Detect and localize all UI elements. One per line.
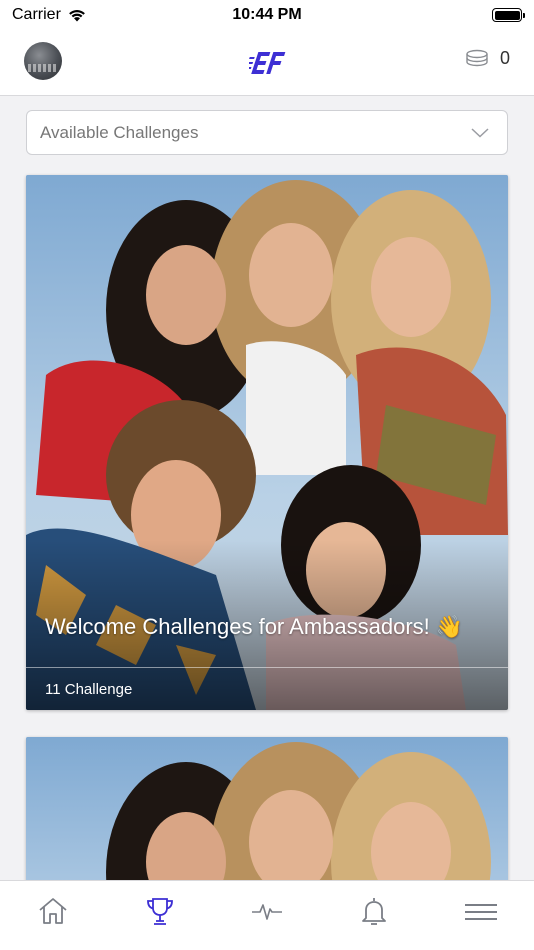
card-challenge-count: 11 Challenge — [45, 681, 133, 698]
hamburger-icon — [464, 904, 497, 920]
card-title: Welcome Challenges for Ambassadors! 👋 — [45, 614, 464, 639]
tab-challenges[interactable] — [107, 881, 214, 950]
carrier-label: Carrier — [12, 6, 61, 23]
tab-menu[interactable] — [427, 881, 534, 950]
tab-notifications[interactable] — [320, 881, 427, 950]
battery-icon — [492, 8, 525, 22]
home-icon — [39, 898, 67, 924]
challenge-filter-dropdown[interactable]: Available Challenges — [26, 110, 508, 155]
trophy-icon — [147, 898, 174, 925]
avatar[interactable] — [24, 42, 62, 80]
coin-balance[interactable]: 0 — [464, 48, 510, 69]
dropdown-selected-value: Available Challenges — [40, 122, 199, 142]
wifi-icon — [68, 10, 85, 22]
coins-icon — [466, 49, 488, 66]
tab-home[interactable] — [0, 881, 107, 950]
chevron-down-icon — [471, 127, 489, 138]
challenge-card[interactable]: Welcome Challenges for Ambassadors! 👋 11… — [26, 175, 508, 710]
card-photo — [26, 737, 508, 887]
ef-logo — [249, 52, 286, 74]
card-divider — [26, 667, 508, 668]
app-header: 0 — [0, 30, 534, 96]
status-left: Carrier — [12, 6, 87, 24]
coin-count: 0 — [499, 48, 510, 68]
bell-icon — [361, 898, 386, 925]
tab-bar — [0, 880, 534, 950]
tab-activity[interactable] — [214, 881, 321, 950]
status-bar: Carrier 10:44 PM — [0, 0, 534, 30]
challenge-card[interactable] — [26, 737, 508, 887]
pulse-icon — [251, 904, 282, 920]
